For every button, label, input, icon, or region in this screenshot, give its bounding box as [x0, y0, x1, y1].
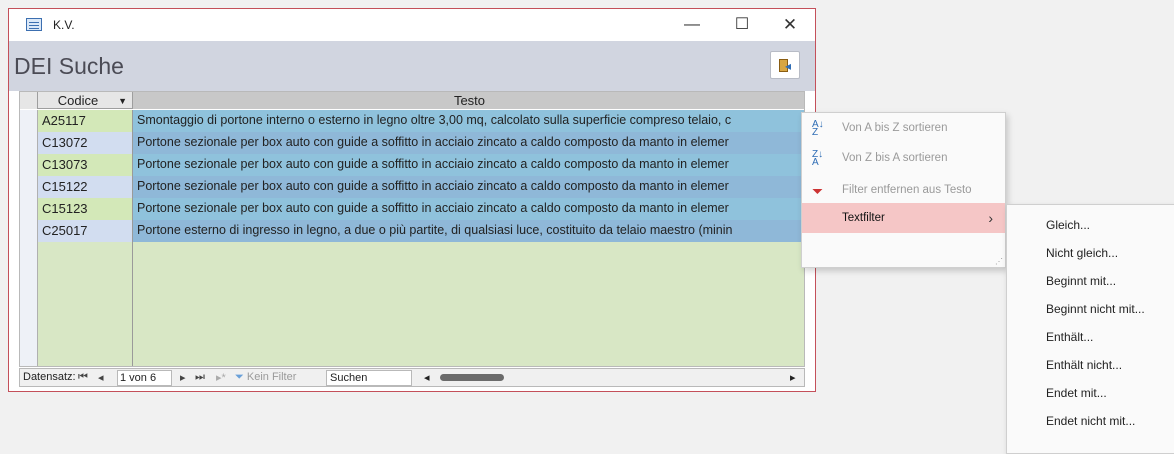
cell-codice[interactable]: A25117	[38, 110, 133, 132]
filter-not-ends-with-item[interactable]: Endet nicht mit...	[1007, 407, 1174, 435]
title-bar: K.V. — ☐ ✕	[9, 9, 815, 41]
table-row[interactable]: C15122 Portone sezionale per box auto co…	[20, 176, 804, 198]
textfilter-item[interactable]: Textfilter ›	[802, 203, 1005, 233]
cell-testo[interactable]: Portone sezionale per box auto con guide…	[133, 198, 804, 220]
row-selector[interactable]	[20, 220, 38, 242]
filter-equals-item[interactable]: Gleich...	[1007, 211, 1174, 239]
horizontal-scrollbar-thumb[interactable]	[440, 374, 504, 381]
table-row[interactable]: C13073 Portone sezionale per box auto co…	[20, 154, 804, 176]
scroll-right-arrow[interactable]: ▸	[790, 371, 796, 384]
new-record-button[interactable]: ▸*	[216, 371, 226, 384]
filter-contains-item[interactable]: Enthält...	[1007, 323, 1174, 351]
table-row[interactable]: C13072 Portone sezionale per box auto co…	[20, 132, 804, 154]
filter-ends-with-item[interactable]: Endet mit...	[1007, 379, 1174, 407]
filter-not-contains-item[interactable]: Enthält nicht...	[1007, 351, 1174, 379]
column-context-menu: A↓ Z Von A bis Z sortieren Z↓ A Von Z bis …	[801, 112, 1006, 268]
empty-row[interactable]	[20, 330, 804, 352]
row-selector[interactable]	[20, 198, 38, 220]
row-selector[interactable]	[20, 132, 38, 154]
row-selector[interactable]	[20, 176, 38, 198]
cell-testo[interactable]: Portone sezionale per box auto con guide…	[133, 154, 804, 176]
select-all-corner[interactable]	[20, 92, 38, 109]
cell-testo[interactable]: Portone sezionale per box auto con guide…	[133, 176, 804, 198]
minimize-button[interactable]: —	[679, 14, 705, 36]
cell-codice[interactable]: C15122	[38, 176, 133, 198]
chevron-right-icon: ›	[988, 210, 993, 226]
filter-clear-icon: ⏷	[812, 183, 824, 199]
close-button[interactable]: ✕	[777, 14, 803, 36]
empty-row[interactable]	[20, 308, 804, 330]
cell-testo[interactable]: Portone sezionale per box auto con guide…	[133, 132, 804, 154]
sort-descending-item[interactable]: Z↓ A Von Z bis A sortieren	[802, 143, 1005, 173]
access-form-window: K.V. — ☐ ✕ DEI Suche ◂ Codice ▼ Testo A2…	[8, 8, 816, 392]
sort-ascending-item[interactable]: A↓ Z Von A bis Z sortieren	[802, 113, 1005, 143]
table-row[interactable]: C15123 Portone sezionale per box auto co…	[20, 198, 804, 220]
sort-az-icon: A↓ Z	[812, 119, 824, 138]
cell-testo[interactable]: Smontaggio di portone interno o esterno …	[133, 110, 804, 132]
filter-begins-with-item[interactable]: Beginnt mit...	[1007, 267, 1174, 295]
form-header: DEI Suche ◂	[9, 41, 815, 91]
next-record-button[interactable]: ▸	[180, 371, 186, 384]
filter-toggle[interactable]: ⏷ Kein Filter	[235, 371, 296, 384]
table-row[interactable]: C25017 Portone esterno di ingresso in le…	[20, 220, 804, 242]
record-position-field[interactable]: 1 von 6	[117, 370, 172, 386]
cell-codice[interactable]: C25017	[38, 220, 133, 242]
filter-not-begins-with-item[interactable]: Beginnt nicht mit...	[1007, 295, 1174, 323]
column-header-testo[interactable]: Testo	[133, 92, 804, 109]
resize-grip-icon[interactable]: ⋰	[995, 257, 1003, 266]
window-title: K.V.	[53, 18, 75, 32]
cell-codice[interactable]: C15123	[38, 198, 133, 220]
first-record-button[interactable]: ⏮	[78, 371, 88, 384]
filter-not-equals-item[interactable]: Nicht gleich...	[1007, 239, 1174, 267]
search-input[interactable]: Suchen	[326, 370, 412, 386]
form-title: DEI Suche	[14, 53, 124, 79]
grid-header: Codice ▼ Testo	[20, 92, 804, 109]
chevron-down-icon[interactable]: ▼	[118, 93, 127, 110]
empty-row[interactable]	[20, 242, 804, 264]
scroll-left-arrow[interactable]: ◂	[424, 371, 430, 384]
sort-za-icon: Z↓ A	[812, 149, 824, 168]
form-icon	[26, 18, 42, 31]
textfilter-submenu: Gleich... Nicht gleich... Beginnt mit...…	[1006, 204, 1174, 454]
empty-row[interactable]	[20, 286, 804, 308]
table-row[interactable]: A25117 Smontaggio di portone interno o e…	[20, 110, 804, 132]
record-navigation-bar: Datensatz: ⏮ ◂ 1 von 6 ▸ ⏭ ▸* ⏷ Kein Fil…	[19, 368, 805, 387]
row-selector[interactable]	[20, 110, 38, 132]
cell-codice[interactable]: C13073	[38, 154, 133, 176]
row-selector[interactable]	[20, 154, 38, 176]
cell-testo[interactable]: Portone esterno di ingresso in legno, a …	[133, 220, 804, 242]
cell-codice[interactable]: C13072	[38, 132, 133, 154]
column-header-codice[interactable]: Codice ▼	[38, 92, 133, 109]
last-record-button[interactable]: ⏭	[195, 371, 205, 384]
remove-filter-item[interactable]: ⏷ Filter entfernen aus Testo	[802, 175, 1005, 205]
exit-button[interactable]: ◂	[770, 51, 800, 79]
record-label: Datensatz:	[23, 371, 76, 383]
empty-row[interactable]	[20, 264, 804, 286]
previous-record-button[interactable]: ◂	[98, 371, 104, 384]
empty-row[interactable]	[20, 352, 804, 366]
maximize-button[interactable]: ☐	[729, 14, 755, 36]
filter-icon: ⏷	[235, 371, 244, 383]
datasheet-grid: Codice ▼ Testo A25117 Smontaggio di port…	[19, 91, 805, 367]
